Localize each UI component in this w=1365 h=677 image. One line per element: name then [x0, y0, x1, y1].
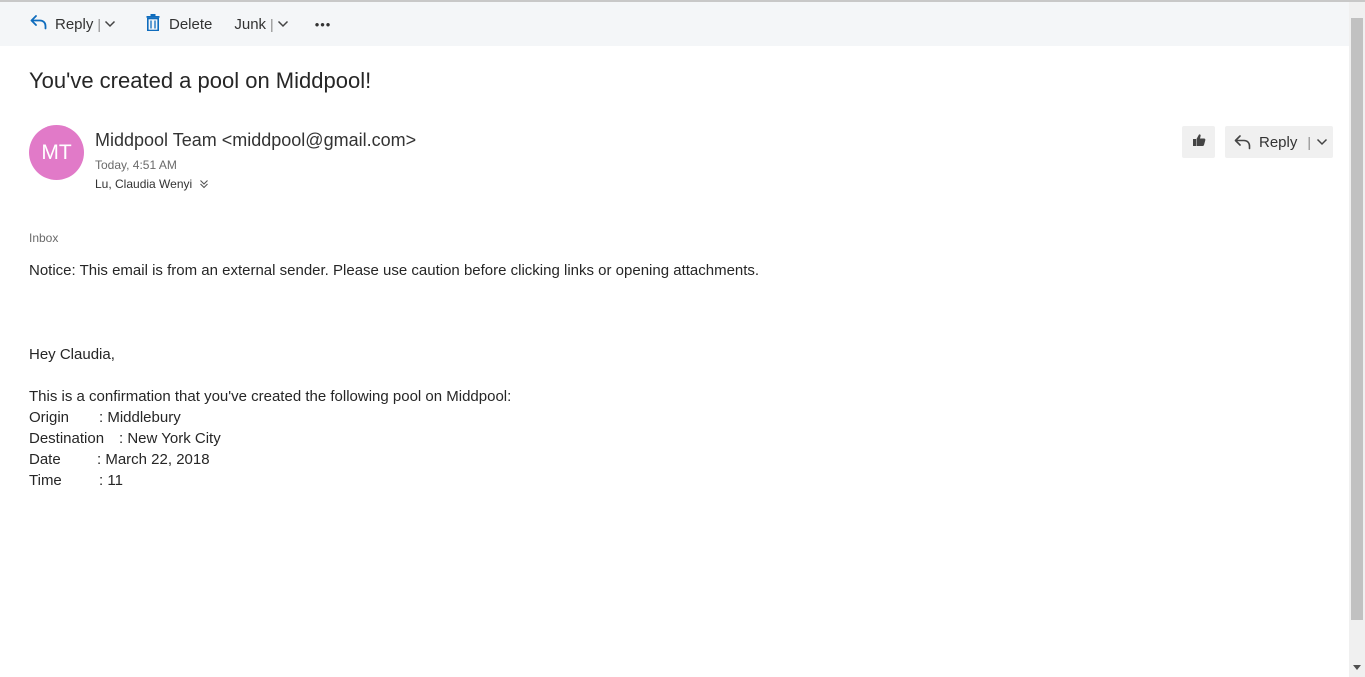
- detail-value: : March 22, 2018: [97, 451, 210, 468]
- delete-toolbar-label: Delete: [169, 15, 213, 33]
- message-subject: You've created a pool on Middpool!: [29, 68, 372, 93]
- reply-toolbar-button[interactable]: Reply |: [30, 2, 116, 46]
- junk-toolbar-label: Junk: [234, 15, 267, 33]
- thumbs-up-icon: [1192, 133, 1206, 152]
- like-button[interactable]: [1182, 126, 1215, 158]
- detail-label: Date: [29, 451, 61, 468]
- sent-timestamp: Today, 4:51 AM: [95, 158, 177, 172]
- junk-toolbar-button[interactable]: Junk |: [234, 2, 288, 46]
- detail-row-destination: Destination : New York City: [29, 430, 221, 447]
- reply-icon: [1234, 134, 1251, 150]
- chevron-down-icon[interactable]: [104, 18, 116, 30]
- detail-label: Origin: [29, 409, 70, 426]
- scroll-down-arrow-icon[interactable]: [1351, 660, 1363, 674]
- toolbar-separator: |: [97, 16, 101, 32]
- detail-row-time: Time : 11: [29, 472, 123, 489]
- recipient-name: Lu, Claudia Wenyi: [95, 177, 193, 191]
- detail-value: : Middlebury: [99, 409, 181, 426]
- delete-toolbar-button[interactable]: Delete: [146, 2, 212, 46]
- detail-value: : New York City: [119, 430, 221, 447]
- recipients-line[interactable]: Lu, Claudia Wenyi: [95, 177, 209, 191]
- trash-icon: [146, 13, 160, 35]
- more-actions-button[interactable]: •••: [315, 2, 332, 46]
- folder-label: Inbox: [29, 231, 59, 245]
- chevron-down-icon[interactable]: [277, 18, 289, 30]
- detail-label: Destination: [29, 430, 105, 447]
- detail-label: Time: [29, 472, 62, 489]
- toolbar-separator: |: [270, 16, 274, 32]
- reply-button-label: Reply: [1259, 133, 1298, 151]
- reply-button[interactable]: Reply |: [1225, 126, 1333, 158]
- message-toolbar: Reply | Delete Junk | •••: [0, 2, 1349, 46]
- detail-row-origin: Origin : Middlebury: [29, 409, 181, 426]
- reply-icon: [30, 14, 47, 34]
- greeting-text: Hey Claudia,: [29, 346, 115, 363]
- detail-value: : 11: [99, 472, 123, 489]
- sender-name[interactable]: Middpool Team <middpool@gmail.com>: [95, 130, 416, 151]
- more-icon: •••: [314, 16, 332, 32]
- reply-toolbar-label: Reply: [55, 15, 94, 33]
- detail-row-date: Date : March 22, 2018: [29, 451, 210, 468]
- external-sender-notice: Notice: This email is from an external s…: [29, 262, 760, 279]
- chevron-down-icon[interactable]: [1316, 136, 1328, 148]
- scrollbar-thumb[interactable]: [1351, 18, 1363, 620]
- reply-separator: |: [1307, 134, 1311, 150]
- confirmation-text: This is a confirmation that you've creat…: [29, 388, 512, 405]
- double-chevron-down-icon[interactable]: [199, 178, 209, 190]
- avatar[interactable]: MT: [29, 125, 84, 180]
